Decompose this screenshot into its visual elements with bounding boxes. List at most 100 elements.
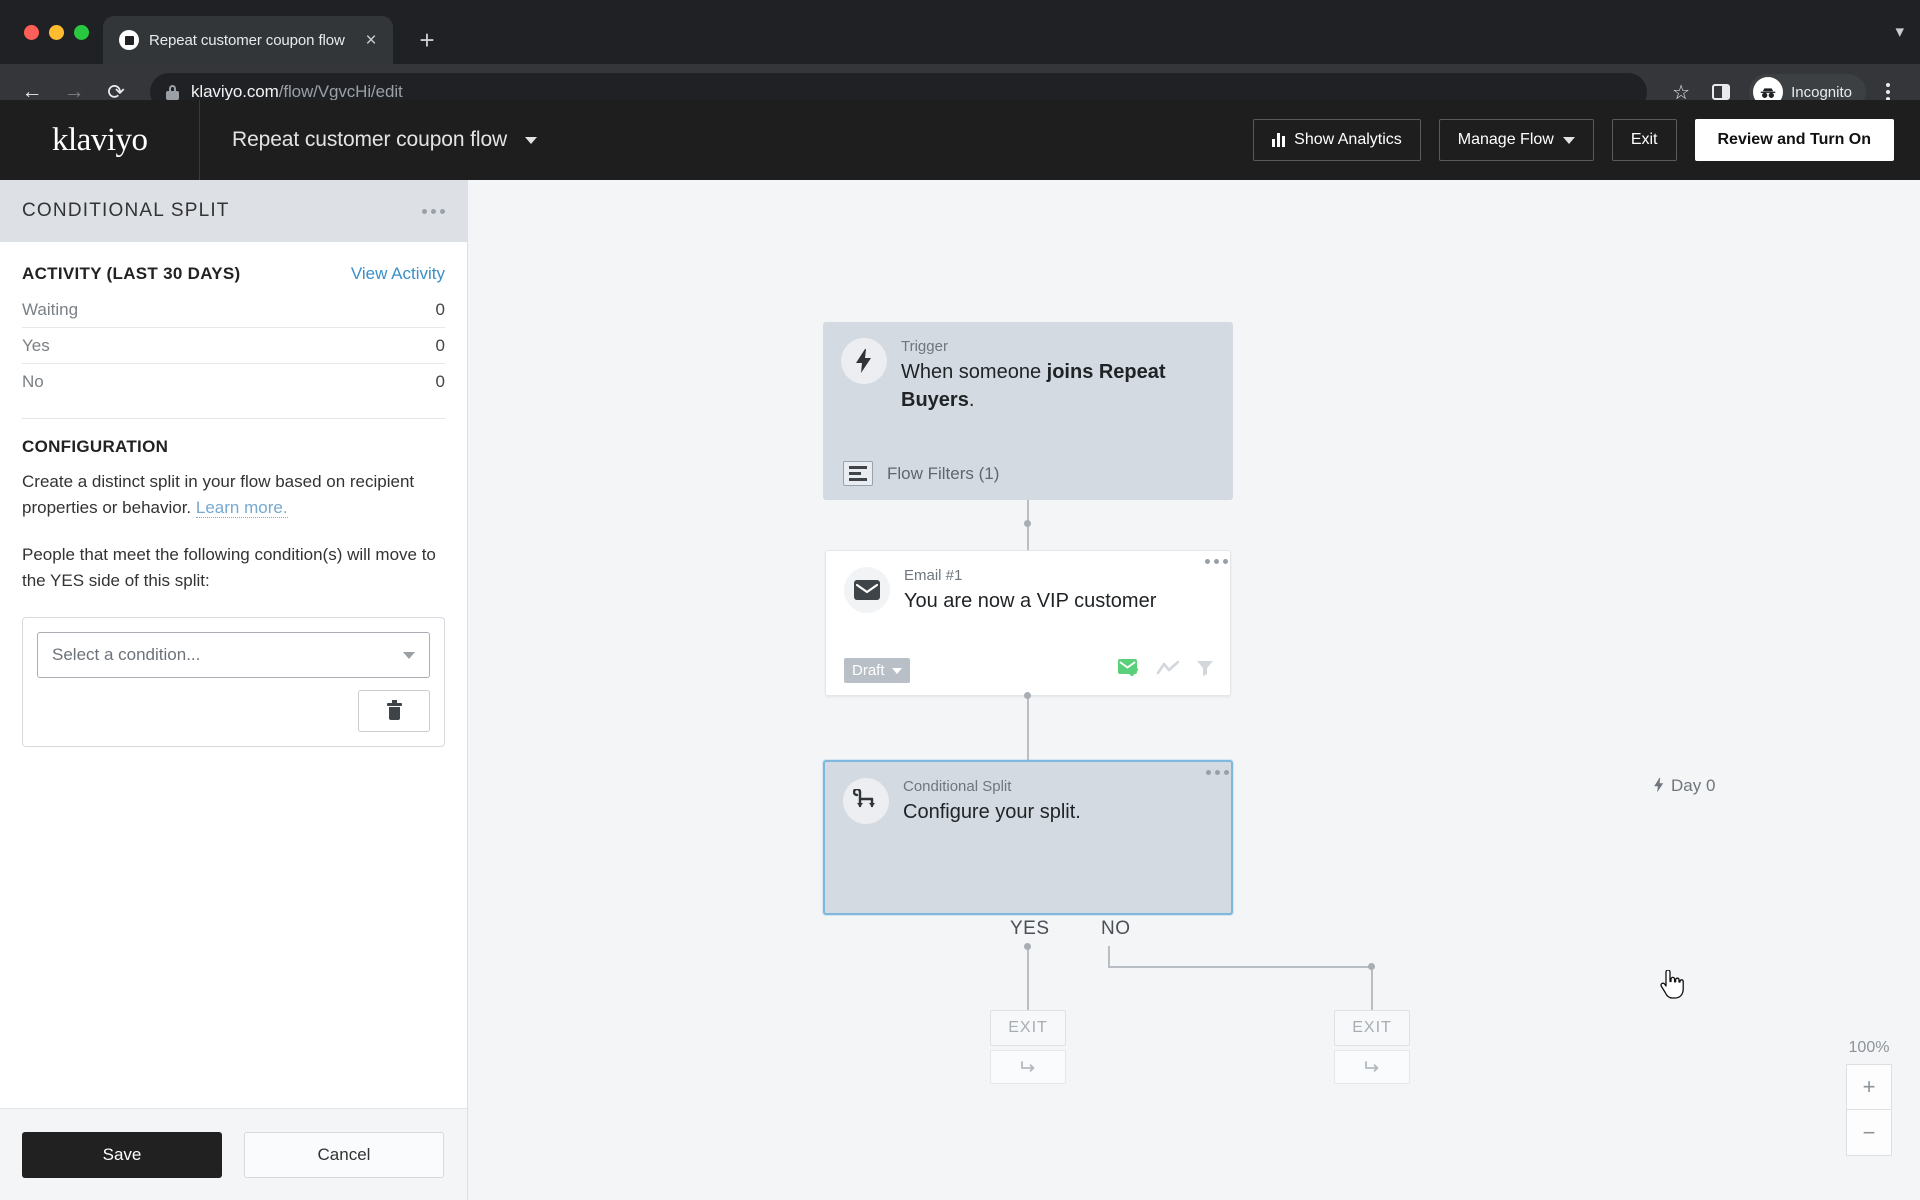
split-node-options-icon[interactable] [1206, 770, 1229, 775]
configuration-section: CONFIGURATION Create a distinct split in… [0, 419, 467, 593]
activity-header-row: ACTIVITY (LAST 30 DAYS) View Activity [22, 264, 445, 284]
email-node-footer: Draft [844, 658, 1214, 683]
review-and-turn-on-button[interactable]: Review and Turn On [1694, 119, 1894, 161]
conditional-split-node[interactable]: Conditional Split Configure your split. [823, 760, 1233, 915]
lightning-bolt-icon [841, 338, 887, 384]
email-node-body: Email #1 You are now a VIP customer [826, 551, 1230, 616]
add-step-button[interactable] [990, 1050, 1066, 1084]
email-node-options-icon[interactable] [1205, 559, 1228, 564]
condition-select[interactable]: Select a condition... [37, 632, 430, 678]
tab-strip-right: ▾ [1895, 0, 1920, 64]
browser-tab[interactable]: Repeat customer coupon flow × [103, 16, 393, 64]
connector-dot [1024, 943, 1031, 950]
url-path: /flow/VgvcHi/edit [278, 82, 403, 101]
activity-row-yes: Yes 0 [22, 328, 445, 364]
panel-options-icon[interactable] [422, 208, 445, 214]
trigger-node[interactable]: Trigger When someone joins Repeat Buyers… [823, 322, 1233, 500]
exit-button[interactable]: Exit [1611, 119, 1677, 161]
add-step-button[interactable] [1334, 1050, 1410, 1084]
klaviyo-favicon-icon [119, 30, 139, 50]
connector-dot [1024, 692, 1031, 699]
lock-icon [166, 84, 179, 100]
flow-canvas[interactable]: Trigger When someone joins Repeat Buyers… [468, 180, 1920, 1200]
flow-filters-button[interactable]: Flow Filters (1) [843, 461, 999, 486]
smart-sending-envelope-icon [1118, 659, 1140, 682]
connector-line [1027, 696, 1029, 760]
configuration-description: Create a distinct split in your flow bas… [22, 469, 445, 520]
klaviyo-logo[interactable]: klaviyo [0, 100, 200, 180]
minimize-window-button[interactable] [49, 24, 64, 40]
klaviyo-logo-text: klaviyo [52, 121, 148, 158]
email-timing-text: Day 0 [1671, 776, 1716, 795]
trash-icon [386, 699, 402, 720]
activity-label: No [22, 372, 44, 391]
condition-group: Select a condition... [22, 617, 445, 747]
zoom-in-button[interactable]: + [1846, 1064, 1892, 1110]
configuration-heading: CONFIGURATION [22, 437, 169, 456]
zoom-controls: 100% + − [1846, 1039, 1892, 1156]
chevron-down-icon[interactable]: ▾ [1895, 22, 1904, 42]
flow-name-dropdown[interactable]: Repeat customer coupon flow [200, 128, 538, 152]
filter-funnel-icon [1196, 659, 1214, 682]
trigger-node-body: Trigger When someone joins Repeat Buyers… [823, 322, 1233, 414]
connector-line [1371, 966, 1373, 1010]
delete-condition-button[interactable] [358, 690, 430, 732]
email-node-headline: You are now a VIP customer [904, 590, 1157, 612]
close-tab-icon[interactable]: × [359, 28, 383, 52]
split-node-label: Conditional Split [903, 778, 1012, 795]
chevron-down-icon [403, 651, 415, 659]
add-step-icon [1365, 1061, 1379, 1072]
review-and-turn-on-label: Review and Turn On [1717, 131, 1872, 148]
filter-list-icon [843, 461, 873, 486]
incognito-label: Incognito [1791, 83, 1852, 101]
panel-title: CONDITIONAL SPLIT [22, 200, 230, 221]
activity-value: 0 [435, 372, 445, 391]
zoom-out-button[interactable]: − [1846, 1110, 1892, 1156]
address-bar-url: klaviyo.com/flow/VgvcHi/edit [191, 82, 403, 102]
manage-flow-button[interactable]: Manage Flow [1438, 119, 1594, 161]
save-button[interactable]: Save [22, 1131, 222, 1178]
close-window-button[interactable] [24, 24, 39, 40]
email-status-badge[interactable]: Draft [844, 658, 910, 683]
learn-more-link[interactable]: Learn more. [195, 497, 288, 518]
exit-node-yes[interactable]: EXIT [990, 1010, 1066, 1084]
email-node-label: Email #1 [904, 567, 963, 584]
activity-label: Waiting [22, 299, 79, 319]
branch-label-no: NO [1101, 918, 1131, 939]
email-node[interactable]: Email #1 You are now a VIP customer Draf… [825, 550, 1231, 696]
activity-row-waiting: Waiting 0 [22, 292, 445, 328]
chevron-down-icon [1562, 136, 1575, 144]
zoom-level-label: 100% [1848, 1039, 1890, 1056]
activity-section: ACTIVITY (LAST 30 DAYS) View Activity Wa… [0, 242, 467, 419]
maximize-window-button[interactable] [74, 24, 89, 40]
connector-dot [1024, 520, 1031, 527]
browser-tab-title: Repeat customer coupon flow [149, 31, 345, 49]
trigger-node-label: Trigger [901, 338, 948, 355]
new-tab-button[interactable]: + [407, 20, 447, 60]
email-node-text: Email #1 You are now a VIP customer [904, 567, 1156, 616]
exit-label: Exit [1630, 131, 1658, 148]
activity-value: 0 [435, 299, 445, 319]
email-status-label: Draft [852, 662, 885, 679]
manage-flow-label: Manage Flow [1457, 131, 1554, 148]
exit-label: EXIT [990, 1010, 1066, 1046]
cancel-button[interactable]: Cancel [244, 1131, 444, 1178]
window-traffic-lights [16, 0, 103, 64]
activity-heading: ACTIVITY (LAST 30 DAYS) [22, 264, 241, 283]
bar-chart-icon [1272, 133, 1286, 147]
activity-label: Yes [22, 335, 50, 355]
configuration-instruction: People that meet the following condition… [22, 545, 436, 590]
mouse-cursor [1658, 969, 1684, 1000]
exit-node-no[interactable]: EXIT [1334, 1010, 1410, 1084]
panel-footer: Save Cancel [0, 1108, 467, 1200]
conditional-split-panel: CONDITIONAL SPLIT ACTIVITY (LAST 30 DAYS… [0, 180, 468, 1200]
view-activity-link[interactable]: View Activity [351, 264, 445, 284]
trigger-headline-suffix: . [968, 388, 975, 411]
split-node-body: Conditional Split Configure your split. [825, 762, 1231, 827]
connector-line [1108, 946, 1110, 968]
chevron-down-icon [525, 136, 538, 144]
show-analytics-button[interactable]: Show Analytics [1253, 119, 1421, 161]
flow-name-label: Repeat customer coupon flow [232, 128, 508, 151]
browser-tab-strip: Repeat customer coupon flow × + ▾ [0, 0, 1920, 64]
add-step-icon [1021, 1061, 1035, 1072]
